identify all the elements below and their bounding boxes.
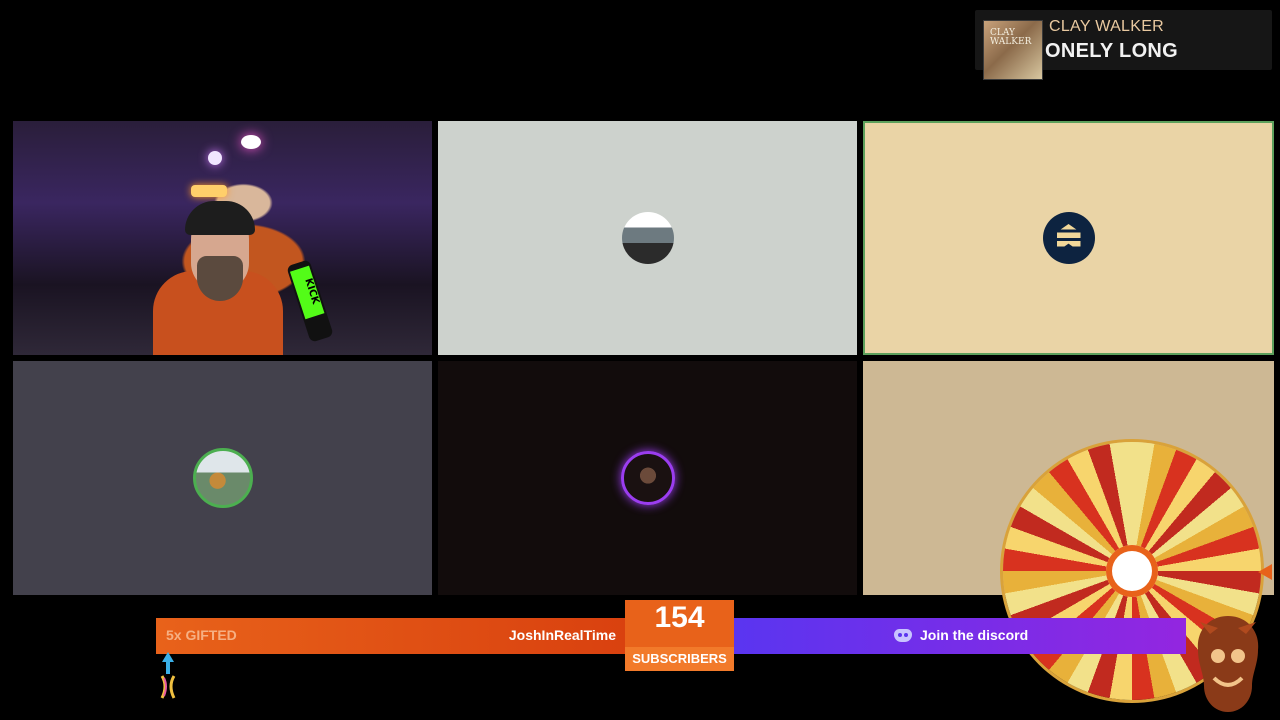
wheel-hub-icon: [1106, 545, 1158, 597]
participant-tile-4[interactable]: [13, 361, 432, 595]
discord-label: Join the discord: [920, 627, 1029, 643]
neon-light: [208, 151, 222, 165]
subscriber-label: SUBSCRIBERS: [625, 647, 734, 671]
webcam-tile[interactable]: KICK: [13, 121, 432, 355]
brand-logo-icon: [160, 652, 176, 699]
avatar-chevron-icon: [1042, 212, 1095, 264]
gifter-username: JoshInRealTime: [508, 627, 616, 643]
wheel-pointer-icon: [1258, 564, 1272, 580]
now-playing-artist: CLAY WALKER: [1049, 18, 1165, 35]
now-playing-title: ONELY LONG: [1045, 40, 1179, 62]
neon-sign: [241, 135, 261, 149]
avatar-boat-icon: [621, 212, 674, 264]
microphone: KICK: [286, 259, 334, 343]
subscriber-count: 154: [654, 601, 705, 634]
streamer-figure: [153, 201, 283, 355]
subscriber-counter: 154 SUBSCRIBERS: [625, 600, 734, 671]
participant-tile-2[interactable]: [438, 121, 857, 355]
participant-tile-5[interactable]: [438, 361, 857, 595]
mascot-icon: [1197, 616, 1259, 712]
kick-logo: KICK: [289, 265, 325, 320]
headphones: [185, 201, 255, 235]
gifted-bar: 5x GIFTED JoshInRealTime: [156, 618, 626, 654]
discord-banner[interactable]: Join the discord: [734, 618, 1186, 654]
discord-icon: [894, 628, 912, 642]
gifted-label: 5x GIFTED: [166, 627, 237, 643]
album-art-text: CLAY WALKER: [990, 28, 1032, 48]
avatar-bear-icon: [192, 448, 253, 508]
participant-tile-3[interactable]: [863, 121, 1274, 355]
beard: [197, 256, 243, 301]
album-art: CLAY WALKER: [983, 20, 1043, 80]
avatar-skull-icon: [620, 451, 675, 505]
now-playing-widget: CLAY WALKER CLAY WALKER ONELY LONG: [975, 10, 1272, 80]
neon-bar-sign: [191, 185, 227, 197]
